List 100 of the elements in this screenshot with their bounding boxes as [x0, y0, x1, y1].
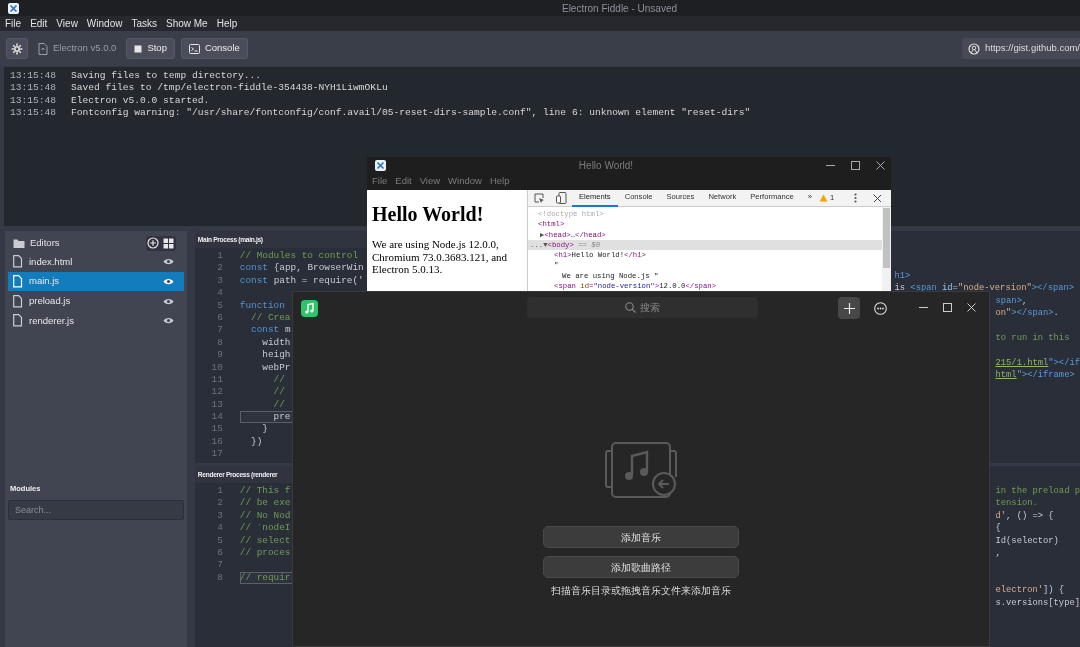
editor-entry[interactable]: index.html — [8, 252, 184, 272]
line-number: 6 — [216, 546, 223, 560]
version-label: Electron v5.0.0 — [53, 41, 117, 56]
console-button[interactable]: Console — [180, 38, 248, 59]
section-title: Editors — [30, 235, 60, 250]
code-line: // Crea — [250, 311, 291, 323]
code-line: // requir — [239, 571, 291, 583]
app-logo-icon — [375, 159, 386, 171]
line-number: 1 — [216, 485, 223, 498]
line-number: 10 — [210, 361, 223, 374]
line-number: 2 — [216, 262, 223, 275]
page-heading: Hello World! — [372, 202, 485, 226]
code-line: // select — [239, 534, 291, 546]
code-line: span>, — [995, 295, 1028, 306]
line-number: 5 — [216, 534, 223, 547]
menu-item[interactable]: View — [56, 16, 78, 31]
scan-link[interactable]: 扫描 — [551, 585, 571, 596]
stop-button[interactable]: Stop — [126, 38, 175, 59]
device-icon[interactable] — [555, 192, 567, 204]
editor-entry[interactable]: preload.js — [8, 291, 184, 312]
code-line: // No Nod — [239, 509, 291, 521]
line-number: 7 — [216, 324, 223, 337]
inspect-icon[interactable] — [533, 192, 545, 204]
search-field[interactable]: 搜索 — [527, 297, 758, 318]
line-number: 8 — [216, 336, 223, 350]
plus-icon — [147, 237, 160, 249]
eye-icon[interactable] — [162, 296, 174, 306]
code-line: 215/1.html"></if — [995, 357, 1080, 368]
settings-icon — [11, 42, 23, 55]
action-button[interactable]: 添加音乐 — [543, 526, 739, 548]
menu-item[interactable]: File — [372, 174, 388, 189]
menu-item[interactable]: Show Me — [166, 16, 208, 31]
add-button[interactable] — [145, 235, 161, 251]
line-number: 12 — [210, 386, 223, 399]
more-icon[interactable] — [853, 193, 857, 203]
code-line: , — [995, 547, 1001, 558]
action-button[interactable]: 添加歌曲路径 — [543, 556, 739, 578]
terminal-icon — [188, 43, 200, 54]
line-number: 1 — [216, 250, 223, 263]
line-number: 14 — [210, 411, 223, 424]
timestamp: 13:15:48 — [9, 107, 58, 120]
code-line: // — [272, 373, 285, 385]
menu-item[interactable]: File — [5, 16, 22, 31]
grid-icon — [162, 237, 174, 249]
menu-item[interactable]: Window — [448, 174, 482, 189]
eye-icon[interactable] — [162, 257, 174, 267]
stop-icon — [134, 44, 143, 53]
code-line: h1> — [894, 271, 911, 281]
line-number: 15 — [210, 423, 223, 436]
line-number: 16 — [210, 435, 223, 449]
url-field[interactable]: https://gist.github.com/ — [961, 38, 1080, 59]
scrollbar-thumb[interactable] — [883, 208, 890, 268]
maximize-icon[interactable] — [943, 303, 953, 313]
line-number: 3 — [216, 274, 223, 288]
log-message: Saving files to temp directory... — [71, 70, 261, 83]
code-line: pre — [272, 411, 291, 423]
code-line: electron']) { — [995, 585, 1065, 596]
code-line: webPr — [261, 361, 291, 373]
file-icon — [13, 255, 23, 269]
code-line: // be exe — [239, 497, 291, 509]
add-button[interactable] — [838, 297, 860, 319]
menu-item[interactable]: Tasks — [131, 16, 157, 31]
log-message: Saved files to /tmp/electron-fiddle-354438-NYH1LiwmOKLu — [71, 82, 388, 95]
code-line: html"></iframe> — [995, 370, 1075, 381]
code-line: width — [261, 336, 291, 348]
code-line: // — [272, 398, 285, 410]
settings-button[interactable] — [6, 38, 28, 59]
document-icon — [38, 42, 48, 55]
menu-item[interactable]: View — [419, 174, 441, 189]
editor-entry[interactable]: renderer.js — [8, 311, 184, 331]
menu-item[interactable]: Help — [216, 16, 238, 31]
log-message: Fontconfig warning: "/usr/share/fontconfig/conf.avail/05-reset-dirs-sample.conf", line 6: unknown element "reset-dirs" — [71, 107, 751, 120]
close-icon[interactable] — [876, 160, 885, 170]
close-icon[interactable] — [873, 194, 882, 202]
maximize-icon[interactable] — [851, 160, 860, 170]
editor-entry[interactable]: main.js — [8, 271, 184, 292]
hint-text: 扫描音乐目录或拖拽音乐文件来添加音乐 — [551, 584, 731, 598]
menu-item[interactable]: Window — [86, 16, 123, 31]
menu-item[interactable]: Edit — [30, 16, 48, 31]
eye-icon[interactable] — [162, 277, 174, 287]
code-line: // This f — [239, 485, 291, 496]
line-number: 5 — [216, 299, 223, 312]
menu-item[interactable]: Help — [489, 174, 510, 189]
menu-item[interactable]: Edit — [395, 174, 412, 189]
code-line: const m — [250, 324, 291, 336]
code-line: is <span id="node-version"></span> — [894, 283, 1075, 294]
app-icon — [301, 299, 318, 317]
file-icon — [13, 275, 23, 289]
log-message: Electron v5.0.0 started. — [71, 94, 210, 108]
folder-icon — [13, 237, 25, 249]
code-line: // `nodeI — [239, 522, 291, 534]
code-line: Id(selector) — [995, 535, 1059, 546]
search-field[interactable]: Search... — [8, 500, 184, 520]
code-line: heigh — [261, 349, 291, 361]
code-line: // Modules to control — [239, 250, 358, 261]
code-line: tension. — [995, 498, 1038, 509]
line-number: 13 — [210, 398, 223, 412]
more-icon[interactable] — [874, 301, 887, 315]
eye-icon[interactable] — [162, 316, 174, 326]
code-line: // — [272, 386, 285, 398]
